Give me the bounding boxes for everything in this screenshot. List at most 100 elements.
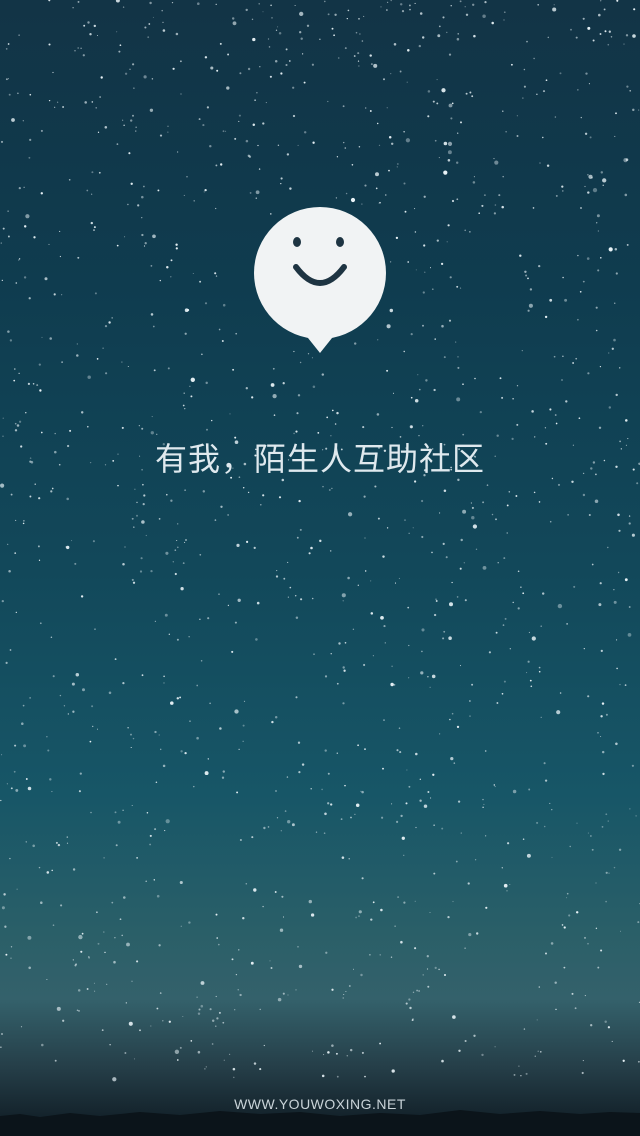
star (91, 171, 94, 174)
star (71, 682, 75, 686)
star (534, 1055, 536, 1057)
star (326, 416, 329, 419)
star (180, 925, 182, 927)
star (280, 830, 282, 832)
star (25, 841, 27, 843)
star (574, 1007, 577, 1010)
star (587, 191, 590, 194)
star (7, 330, 10, 333)
star (44, 277, 48, 281)
star (198, 1008, 201, 1011)
star (355, 803, 360, 808)
star (74, 562, 77, 565)
star (449, 602, 453, 607)
star (184, 541, 186, 543)
star (510, 63, 513, 66)
star (61, 294, 63, 296)
star (427, 115, 430, 118)
star (263, 1044, 265, 1047)
star (82, 54, 85, 57)
star (231, 650, 234, 653)
star (39, 389, 42, 392)
star (342, 702, 345, 705)
star (114, 937, 116, 939)
star (330, 803, 333, 806)
star (258, 168, 261, 170)
star (457, 366, 460, 369)
star (457, 356, 459, 358)
star (544, 427, 547, 429)
star (374, 485, 377, 488)
star (216, 69, 219, 72)
star (248, 155, 252, 158)
star (465, 13, 469, 16)
star (15, 788, 19, 792)
star (598, 603, 602, 607)
star (308, 899, 312, 904)
star (59, 230, 61, 232)
star (62, 1019, 65, 1022)
star (281, 895, 284, 898)
star (67, 713, 69, 715)
star (87, 425, 89, 428)
star (84, 101, 87, 104)
star (289, 187, 292, 190)
star (605, 713, 608, 716)
star (199, 618, 201, 620)
star (523, 85, 526, 88)
star (637, 921, 640, 924)
star (344, 641, 347, 644)
star (336, 156, 339, 158)
star (253, 888, 257, 892)
star (144, 26, 147, 29)
star (0, 140, 4, 143)
star (453, 762, 456, 764)
star (538, 264, 541, 268)
star (80, 595, 84, 598)
star (394, 925, 396, 927)
star (276, 570, 278, 572)
star (296, 536, 299, 539)
star (397, 163, 399, 165)
star (162, 21, 164, 24)
star (116, 31, 118, 33)
star (204, 56, 208, 59)
star (381, 816, 384, 819)
star (175, 243, 178, 246)
star (450, 5, 452, 7)
star (522, 838, 525, 840)
star (9, 649, 12, 651)
star (77, 47, 80, 49)
star (485, 835, 487, 837)
star (303, 81, 306, 84)
star (353, 55, 356, 57)
star (434, 338, 436, 340)
star (448, 319, 452, 322)
star (331, 487, 333, 490)
star (159, 748, 162, 751)
star (601, 702, 605, 705)
star (597, 230, 599, 232)
star (122, 119, 124, 121)
star (394, 582, 397, 584)
star (530, 685, 533, 688)
star (192, 272, 194, 275)
star (614, 135, 616, 137)
star (285, 48, 288, 51)
star (601, 750, 605, 754)
star (525, 274, 528, 277)
star (158, 734, 160, 736)
star (607, 546, 609, 549)
star (28, 966, 31, 970)
star (408, 644, 410, 647)
star (580, 116, 582, 119)
star (282, 916, 285, 918)
star (204, 771, 209, 776)
star (335, 197, 338, 199)
star (540, 716, 542, 719)
star (592, 39, 595, 42)
star (463, 562, 465, 564)
star (529, 679, 532, 682)
star (400, 940, 403, 944)
star (242, 486, 245, 489)
